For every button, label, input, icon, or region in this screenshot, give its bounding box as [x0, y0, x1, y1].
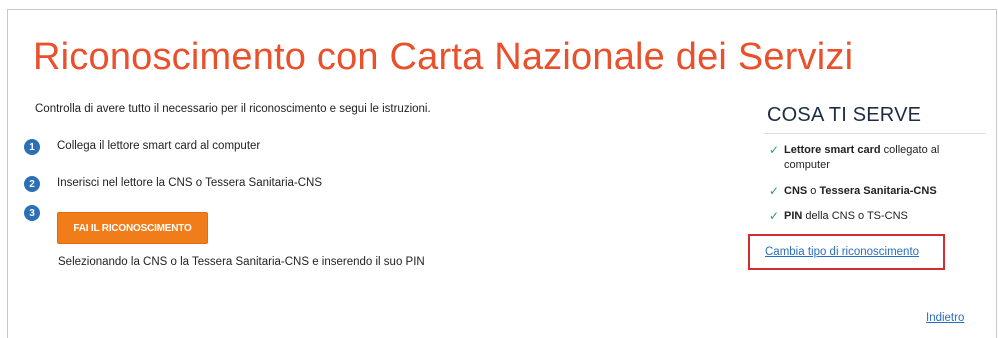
- requirement-item: ✓ CNS o Tessera Sanitaria-CNS: [769, 184, 984, 200]
- requirements-divider: [764, 133, 986, 134]
- step-text: Inserisci nel lettore la CNS o Tessera S…: [57, 177, 323, 189]
- recognition-note: Selezionando la CNS o la Tessera Sanitar…: [58, 256, 425, 268]
- requirement-bold: PIN: [784, 210, 803, 222]
- requirement-text: della CNS o TS-CNS: [802, 210, 908, 222]
- start-recognition-button[interactable]: FAI IL RICONOSCIMENTO: [57, 212, 208, 244]
- requirements-title: COSA TI SERVE: [767, 104, 922, 126]
- requirement-text: o: [807, 185, 820, 197]
- requirement-item: ✓ PIN della CNS o TS-CNS: [769, 209, 984, 225]
- requirement-item: ✓ Lettore smart card collegato al comput…: [769, 143, 984, 173]
- step-number-badge: 3: [24, 205, 40, 221]
- check-icon: ✓: [769, 143, 780, 157]
- check-icon: ✓: [769, 209, 780, 223]
- intro-text: Controlla di avere tutto il necessario p…: [35, 103, 431, 115]
- step-text: Collega il lettore smart card al compute…: [57, 140, 261, 152]
- requirement-bold: Tessera Sanitaria-CNS: [819, 185, 937, 197]
- requirement-bold: CNS: [784, 185, 808, 197]
- page-title: Riconoscimento con Carta Nazionale dei S…: [33, 36, 854, 78]
- step-number-badge: 2: [24, 176, 40, 192]
- step-number-badge: 1: [24, 139, 40, 155]
- requirement-bold: Lettore smart card: [784, 144, 881, 156]
- back-link[interactable]: Indietro: [926, 312, 964, 324]
- change-recognition-link[interactable]: Cambia tipo di riconoscimento: [765, 246, 919, 258]
- check-icon: ✓: [769, 184, 780, 198]
